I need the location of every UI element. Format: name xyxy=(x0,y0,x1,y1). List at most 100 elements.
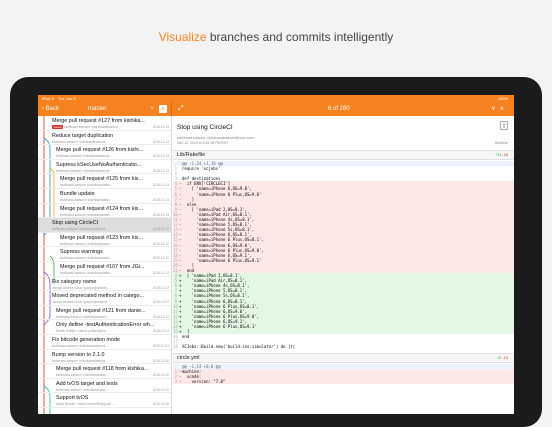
commit-title: Stop using CircleCI xyxy=(52,220,99,227)
commit-date: 2015-12-12 xyxy=(152,241,169,246)
nav-bar: ‹ Back master ⑂ ⌕ ⤢ 6 of 280 ∨∧ xyxy=(38,102,514,116)
commit-meta: kishikawa katsumi <kishikawakatsu... xyxy=(60,183,113,187)
branch-name[interactable]: master xyxy=(88,102,106,116)
commit-meta: kishikawa katsumi <kishikawakatsu... xyxy=(56,373,109,377)
commit-title: Fix category name xyxy=(52,278,97,285)
commit-author: kishikawa katsumi <kishikawakatsu... xyxy=(56,373,109,378)
commit-author: David Bonner <david.bonner85@gmail... xyxy=(56,402,114,407)
commit-row[interactable]: Fix category name Jacopo Andrea Gioia <ja… xyxy=(38,277,171,292)
commit-title: Fix bitcode generation mode xyxy=(52,337,121,343)
commit-row[interactable]: Merge pull request #107 from JGi... kishi… xyxy=(38,262,171,277)
commit-meta: master kishikawa katsumi <kishikawakatsum… xyxy=(52,125,120,129)
commit-meta: Jacopo Andrea Gioia <jacopo@andrea... xyxy=(52,286,110,290)
commit-row[interactable]: Stop using CircleCI kishikawa katsumi <ki… xyxy=(38,218,171,233)
commit-row[interactable]: Bundle update kishikawa katsumi <kishikaw… xyxy=(38,189,171,204)
diff-text: version: "7.0" xyxy=(182,379,226,385)
commit-meta: kishikawa katsumi <kishikawakatsu... xyxy=(56,388,109,392)
commit-author: Jacopo Andrea Gioia <jacopo@andrea... xyxy=(52,285,110,290)
commit-meta: kishikawa katsumi <kishikawakatsu... xyxy=(60,213,113,217)
commit-author: kishikawa katsumi <kishikawakatsumi... xyxy=(52,139,108,144)
commit-title: Bundle update xyxy=(60,191,95,197)
commit-date: 2015-12-13 xyxy=(152,168,169,173)
back-button[interactable]: ‹ Back xyxy=(42,102,59,116)
diff-line: 18 XCJobs::Build.new('build:ios:simulator… xyxy=(173,344,514,349)
status-bar: iPad ✈ Tue Jan 5 100% xyxy=(38,95,514,102)
share-icon[interactable]: ⇪ xyxy=(500,121,508,130)
commit-row[interactable]: Merge pull request #127 from kishika... m… xyxy=(38,116,171,131)
marketing-tagline: Visualize branches and commits intellige… xyxy=(0,30,552,44)
file-header[interactable]: circle.yml +0 -14 xyxy=(173,353,514,363)
commit-author: kishikawa katsumi <kishikawakatsu... xyxy=(60,256,113,261)
line-number: 3 xyxy=(174,379,177,385)
commit-date: 2015-12-12 xyxy=(152,314,169,319)
commit-author: Jacopo Andrea Gioia <jacopo@andrea... xyxy=(52,300,110,305)
branch-tag: master xyxy=(52,125,64,129)
commit-row[interactable]: Bump version to 2.1.0 kishikawa katsumi <… xyxy=(38,350,171,365)
commit-row[interactable]: Merge pull request #124 from kis... kishi… xyxy=(38,204,171,219)
status-time: Tue Jan 5 xyxy=(58,96,76,101)
status-battery: 100% xyxy=(497,96,508,101)
next-commit-button[interactable]: ∧ xyxy=(500,106,508,112)
commit-meta: kishikawa katsumi <kishikawakatsu... xyxy=(60,271,113,275)
commit-row[interactable]: Only define -testAuthenticationError wh.… xyxy=(38,320,171,335)
commit-list[interactable]: Merge pull request #127 from kishika... m… xyxy=(38,116,172,414)
expand-icon[interactable]: ⤢ xyxy=(178,102,184,116)
commit-meta: kishikawa katsumi <kishikawakatsumi... xyxy=(56,154,112,158)
file-header[interactable]: Lib/Rakefile +11 -18 xyxy=(173,150,514,160)
commit-date: 2015-12-13 xyxy=(152,125,169,129)
commit-date: 2015-10-20 xyxy=(152,402,169,407)
added-count: +11 xyxy=(495,153,502,157)
file-name: circle.yml xyxy=(177,355,200,361)
commit-meta: kishikawa katsumi <kishikawakatsu... xyxy=(56,315,109,319)
diff-view: @@ -1,24 +1,18 @@ 1 require 'xcjobs' 2 3 def … xyxy=(173,161,514,349)
commit-title: Merge pull request #124 from kis... xyxy=(60,205,143,212)
commit-row[interactable]: Supress kSecUseNoAuthenticatio... kishika… xyxy=(38,160,171,175)
commit-meta: Daniel Phillips <daniel.phillips@phi... xyxy=(56,329,108,333)
commit-date: 2015-12-13 xyxy=(152,198,169,202)
sidebar-nav: ‹ Back master ⑂ ⌕ xyxy=(38,102,172,116)
search-icon[interactable]: ⌕ xyxy=(159,105,167,113)
commit-meta: Jacopo Andrea Gioia <jacopo@andrea... xyxy=(52,300,110,304)
commit-meta: David Bonner <david.bonner85@gmail... xyxy=(56,402,114,406)
file-stats: +11 -18 xyxy=(495,153,508,157)
commit-row[interactable]: Support tvOS David Bonner <david.bonner85… xyxy=(38,393,171,408)
commit-row[interactable]: Merge pull request #123 from kis... kishi… xyxy=(38,233,171,248)
commit-title: Merge pull request #121 from danie... xyxy=(56,307,146,314)
commit-author: kishikawa katsumi <kishikawakatsumi... xyxy=(52,358,108,363)
tagline-rest: branches and commits intelligently xyxy=(206,30,394,44)
commit-meta: kishikawa katsumi <kishikawakatsumi... xyxy=(52,140,108,144)
commit-hash[interactable]: 1ba3b3e xyxy=(494,141,508,145)
commit-date: 2015-10-20 xyxy=(152,387,169,392)
prev-commit-button[interactable]: ∨ xyxy=(491,106,499,112)
commit-date: 2015-12-13 xyxy=(152,139,169,144)
nav-arrows: ∨∧ xyxy=(491,102,508,116)
commit-meta: kishikawa katsumi <kishikawakatsumi... xyxy=(52,227,108,231)
file-stats: +0 -14 xyxy=(497,356,508,360)
commit-meta: kishikawa katsumi <kishikawakatsu... xyxy=(60,256,113,260)
commit-meta: kishikawa katsumi <kishikawakatsumi... xyxy=(56,169,112,173)
commit-row[interactable]: Reduce target duplication kishikawa katsu… xyxy=(38,131,171,146)
commit-author: kishikawa katsumi <kishikawakatsumi... xyxy=(52,344,108,348)
commit-row[interactable]: Merge pull request #126 from kishi... kis… xyxy=(38,145,171,160)
commit-row[interactable]: Fix bitcode generation mode kishikawa kat… xyxy=(38,335,171,350)
commit-row[interactable]: Merge pull request #118 from kishika... k… xyxy=(38,364,171,379)
commit-author: kishikawa katsumi <kishikawakatsu... xyxy=(60,241,113,246)
commit-author: kishikawa katsumi <kishikawakatsumi@mac.… xyxy=(177,136,256,140)
commit-row[interactable]: Merge pull request #121 from danie... kis… xyxy=(38,306,171,321)
back-label: Back xyxy=(45,106,60,112)
commit-title: Reduce target duplication xyxy=(52,132,114,139)
commit-row[interactable]: Merge pull request #125 from kis... kishi… xyxy=(38,174,171,189)
commit-author: kishikawa katsumi <kishikawakatsumi... xyxy=(56,168,112,173)
commit-detail: Stop using CircleCI kishikawa katsumi <k… xyxy=(173,116,514,414)
commit-title: Merge pull request #123 from kis... xyxy=(60,234,143,241)
commit-row[interactable]: Moved deprecated method in catego... Jaco… xyxy=(38,291,171,306)
commit-date: 2015-12-07 xyxy=(152,285,169,290)
commit-date: 2015-10-21 xyxy=(152,344,169,348)
commit-date: 2015-12-07 xyxy=(152,300,169,305)
graph-icon[interactable]: ⑂ xyxy=(148,105,156,113)
commit-date: 2015-12-13 xyxy=(152,154,169,159)
commit-row[interactable]: Supress warnings kishikawa katsumi <kishi… xyxy=(38,247,171,262)
commit-date: 2015-12-12 xyxy=(152,227,169,232)
commit-date: 2015-12-12 xyxy=(152,256,169,261)
commit-row[interactable]: Add tvOS target and tests kishikawa katsu… xyxy=(38,379,171,394)
